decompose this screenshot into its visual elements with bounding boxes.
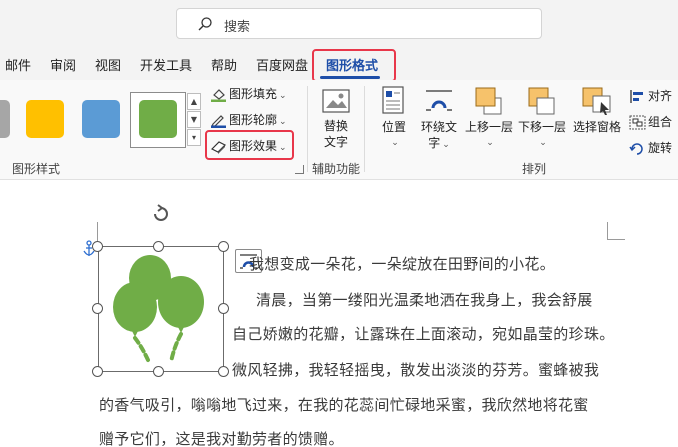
paragraph-line: 我想变成一朵花，一朵绽放在田野间的小花。 [249,255,556,273]
resize-handle-bottom-right[interactable] [218,366,229,377]
align-icon [630,90,643,103]
tab-view[interactable]: 视图 [95,55,121,74]
shape-style-swatch-orange[interactable] [26,100,64,138]
rotate-icon [629,143,643,155]
wrap-text-label-line1: 环绕文 [420,120,457,134]
position-icon [382,86,404,114]
pencil-icon [211,115,226,128]
tab-review[interactable]: 审阅 [50,55,76,74]
dialog-launcher-icon[interactable] [295,165,304,174]
rotate-button[interactable]: 旋转 [629,139,672,156]
accessibility-group-label: 辅助功能 [312,162,361,176]
resize-handle-bottom-left[interactable] [92,366,103,377]
resize-handle-right[interactable] [218,303,229,314]
shape-style-swatch-green[interactable] [139,100,177,138]
bring-forward-icon [475,87,502,115]
group-label: 组合 [648,115,673,129]
align-label: 对齐 [648,89,673,103]
alt-text-label-line2: 文字 [323,135,348,149]
tab-baidu-netdisk[interactable]: 百度网盘 [256,55,308,74]
alt-text-button[interactable]: 替换 文字 [318,118,354,150]
rotate-label: 旋转 [648,141,673,155]
shape-format-tab-highlight [312,49,396,82]
wrap-text-icon [426,90,452,111]
group-button[interactable]: 组合 [629,113,672,130]
selection-pane-button[interactable]: 选择窗格 [571,119,623,135]
shape-fill-button[interactable]: 图形填充 ⌄ [210,85,287,102]
wrap-text-label-line2: 字 [428,136,441,150]
group-separator [364,86,365,172]
shape-effects-highlight [205,130,294,160]
tab-mailings[interactable]: 邮件 [5,55,31,74]
paragraph-line: 赠予它们，这是我对勤劳者的馈赠。 [99,430,344,447]
margin-corner-mark [607,222,625,240]
paint-bucket-icon [211,89,226,102]
tab-developer[interactable]: 开发工具 [140,55,192,74]
tab-help[interactable]: 帮助 [211,55,237,74]
arrange-group-label: 排列 [522,162,547,176]
resize-handle-top-left[interactable] [92,241,103,252]
resize-handle-top[interactable] [153,241,164,252]
search-icon [198,17,212,31]
resize-handle-bottom[interactable] [153,366,164,377]
alt-text-label-line1: 替换 [323,119,348,133]
wrap-text-button[interactable]: 环绕文 字 ⌄ [418,119,460,153]
selection-pane-icon [582,87,611,115]
alt-text-icon [322,89,350,113]
send-backward-label: 下移一层 [517,120,566,134]
rotate-handle-icon[interactable] [150,203,172,225]
paragraph-line: 清晨，当第一缕阳光温柔地洒在我身上，我会舒展 [256,291,593,309]
position-button[interactable]: 位置 ⌄ [378,119,410,151]
bring-forward-button[interactable]: 上移一层 ⌄ [464,119,514,151]
gallery-scroll-up-button[interactable]: ▲ [187,93,201,110]
shape-outline-button[interactable]: 图形轮廓 ⌄ [210,111,287,128]
position-label: 位置 [381,120,406,134]
send-backward-button[interactable]: 下移一层 ⌄ [517,119,567,151]
align-button[interactable]: 对齐 [629,87,672,104]
shape-styles-group-label: 图形样式 [12,162,61,176]
gallery-scroll-down-button[interactable]: ▼ [187,111,201,128]
balloons-icon[interactable] [108,252,212,364]
resize-handle-top-right[interactable] [218,241,229,252]
bring-forward-label: 上移一层 [464,120,513,134]
shape-fill-label: 图形填充 [229,87,278,101]
shape-style-swatch-gray[interactable] [0,100,10,138]
paragraph-line: 的香气吸引，嗡嗡地飞过来，在我的花蕊间忙碌地采蜜，我欣然地将花蜜 [99,396,589,414]
shape-outline-label: 图形轮廓 [229,113,278,127]
send-backward-icon [528,87,555,115]
paragraph-line: 微风轻拂，我轻轻摇曳，散发出淡淡的芬芳。蜜蜂被我 [232,361,600,379]
selection-pane-label: 选择窗格 [572,120,621,134]
search-box[interactable]: 搜索 [176,8,542,39]
margin-corner-mark [97,222,98,242]
shape-style-swatch-blue[interactable] [82,100,120,138]
gallery-more-button[interactable]: ▾ [187,129,201,146]
group-objects-icon [629,115,646,130]
search-placeholder: 搜索 [224,20,251,35]
paragraph-line: 自己娇嫩的花瓣，让露珠在上面滚动，宛如晶莹的珍珠。 [232,325,615,343]
title-bar: 搜索 [0,0,678,46]
group-separator [307,86,308,172]
resize-handle-left[interactable] [92,303,103,314]
